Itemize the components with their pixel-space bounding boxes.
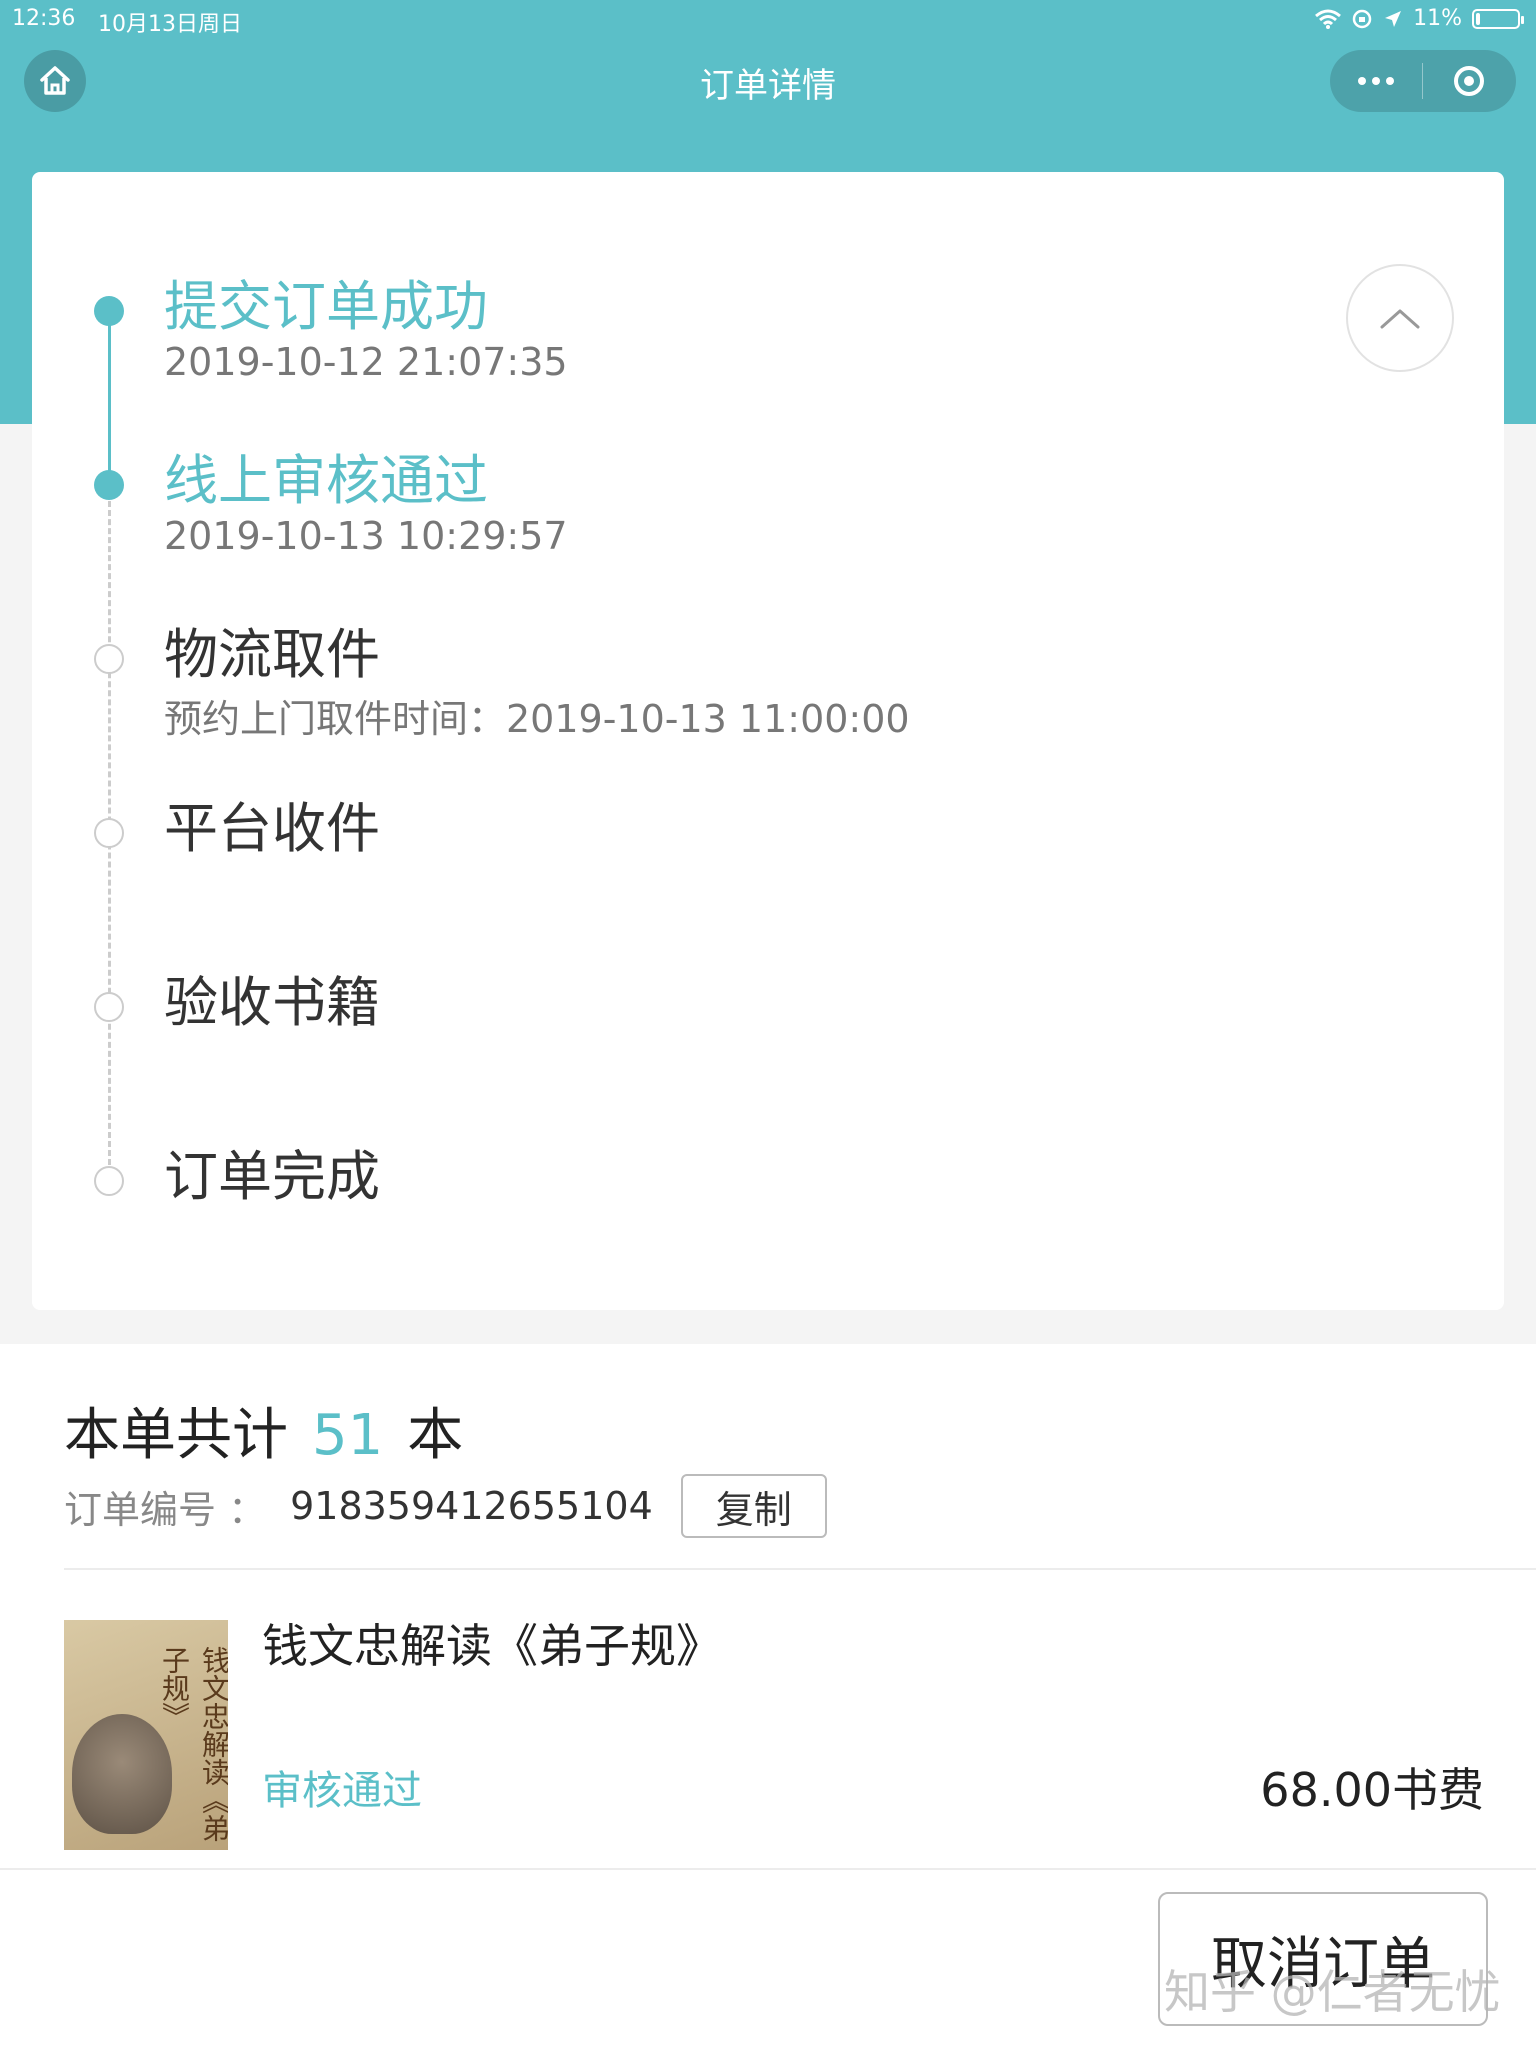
step-dot-pending [94,992,124,1022]
book-title[interactable]: 钱文忠解读《弟子规》 [262,1610,722,1676]
battery-fill [1476,12,1480,25]
more-dots-icon [1358,77,1394,85]
step-title: 订单完成 [164,1145,380,1208]
page-title: 订单详情 [700,66,836,106]
step-title: 平台收件 [164,797,380,860]
progress-card: 提交订单成功 2019-10-12 21:07:35 线上审核通过 2019-1… [32,172,1504,1310]
watermark: 知乎 @仁者无忧 [1164,1965,1501,2019]
wifi-icon [1315,9,1342,29]
status-time: 12:36 [12,6,76,31]
target-icon [1454,66,1484,96]
count-unit: 本 [407,1403,464,1468]
timeline-line-done [108,302,111,474]
step-dot-pending [94,644,124,674]
step-title: 物流取件 [164,623,380,686]
battery-percent: 11% [1413,6,1462,31]
step-dot-done [94,470,124,500]
chevron-up-icon [1380,309,1420,329]
step-dot-done [94,296,124,326]
step-title: 验收书籍 [164,971,380,1034]
step-title: 线上审核通过 [164,449,488,512]
location-icon [1385,10,1402,27]
book-price: 68.00书费 [1260,1763,1484,1817]
battery-icon [1472,8,1524,29]
divider [64,1568,1536,1570]
book-cover-image[interactable]: 钱文忠解读《弟子规》 [64,1620,228,1850]
order-number: 918359412655104 [290,1484,653,1528]
divider [0,1868,1536,1870]
status-right: 11% [1315,6,1524,31]
book-status: 审核通过 [262,1768,422,1814]
step-dot-pending [94,1166,124,1196]
order-number-label: 订单编号 ： [64,1487,267,1532]
close-miniprogram-button[interactable] [1423,50,1515,112]
book-count: 51 [312,1403,384,1468]
step-title: 提交订单成功 [164,275,488,338]
rotation-lock-icon [1352,9,1372,28]
step-pickup-time: 预约上门取件时间：2019-10-13 11:00:00 [164,697,910,741]
capsule-menu [1330,50,1516,112]
book-count-line: 本单共计 51 本 [64,1390,463,1471]
status-bar: 12:36 10月13日周日 11% [0,0,1536,40]
collapse-timeline-button[interactable] [1346,264,1454,372]
status-date: 10月13日周日 [98,12,242,37]
cover-title-text: 钱文忠解读《弟子规》 [158,1646,228,1842]
count-prefix: 本单共计 [64,1403,288,1468]
nav-bar: 订单详情 [0,40,1536,120]
step-dot-pending [94,818,124,848]
step-time: 2019-10-12 21:07:35 [164,340,568,384]
order-section: 本单共计 51 本 订单编号 ： 918359412655104 复制 钱文忠解读《… [0,1344,1536,2048]
more-button[interactable] [1330,50,1422,112]
order-number-line: 订单编号 ： 918359412655104 复制 [64,1474,827,1538]
copy-button[interactable]: 复制 [680,1474,827,1538]
step-time: 2019-10-13 10:29:57 [164,514,568,558]
